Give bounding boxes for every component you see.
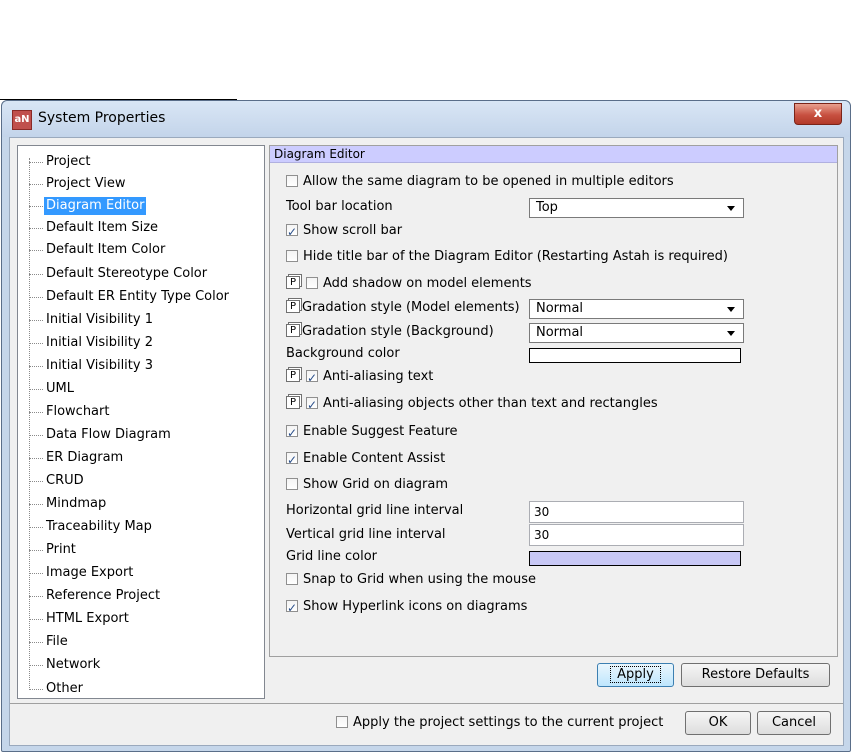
gradation-model-select[interactable]: Normal	[529, 299, 744, 319]
content-assist-checkbox[interactable]: Enable Content Assist	[286, 448, 445, 471]
v-grid-interval-label: Vertical grid line interval	[286, 527, 446, 542]
checkbox-box[interactable]	[286, 249, 298, 262]
checkbox-box[interactable]	[286, 449, 298, 471]
toolbar-location-select[interactable]: Top	[529, 198, 744, 218]
snap-to-grid-checkbox[interactable]: Snap to Grid when using the mouse	[286, 569, 536, 591]
close-button[interactable]: x	[794, 103, 842, 125]
h-grid-interval-input[interactable]: 30	[529, 501, 744, 523]
cancel-button[interactable]: Cancel	[757, 711, 831, 735]
gradation-background-label: P Gradation style (Background)	[286, 321, 494, 343]
diagram-editor-settings-panel: Diagram Editor Allow the same diagram to…	[269, 145, 838, 657]
close-icon: x	[813, 106, 823, 121]
project-setting-icon: P	[286, 324, 300, 337]
apply-button[interactable]: Apply	[597, 663, 674, 687]
app-icon: aN	[12, 110, 32, 130]
add-shadow-checkbox[interactable]: P Add shadow on model elements	[286, 273, 532, 295]
checkbox-box[interactable]	[286, 221, 298, 243]
anti-alias-objects-checkbox[interactable]: PAnti-aliasing objects other than text a…	[286, 393, 658, 416]
footer-separator	[10, 703, 843, 704]
tree-connector-line	[29, 158, 30, 690]
toolbar-location-label: Tool bar location	[286, 199, 393, 214]
show-scroll-bar-checkbox[interactable]: Show scroll bar	[286, 220, 402, 243]
title-bar: aN System Properties x	[2, 101, 850, 137]
window-title: System Properties	[38, 110, 166, 126]
chevron-down-icon	[727, 206, 735, 211]
checkbox-box[interactable]	[286, 422, 298, 444]
background-color-swatch[interactable]	[529, 348, 741, 363]
grid-line-color-swatch[interactable]	[529, 551, 741, 566]
panel-title: Diagram Editor	[270, 146, 837, 163]
anti-alias-text-checkbox[interactable]: PAnti-aliasing text	[286, 366, 433, 389]
dialog-client-area: Project Project View Diagram Editor Defa…	[9, 137, 844, 746]
suggest-feature-checkbox[interactable]: Enable Suggest Feature	[286, 421, 458, 444]
chevron-down-icon	[727, 331, 735, 336]
v-grid-interval-input[interactable]: 30	[529, 524, 744, 546]
gradation-background-select[interactable]: Normal	[529, 323, 744, 343]
grid-line-color-label: Grid line color	[286, 549, 378, 564]
checkbox-box[interactable]	[306, 394, 318, 416]
project-setting-icon: P	[286, 369, 300, 382]
project-setting-icon: P	[286, 300, 300, 313]
checkbox-box[interactable]	[286, 597, 298, 619]
checkbox-box[interactable]	[306, 367, 318, 389]
show-grid-checkbox[interactable]: Show Grid on diagram	[286, 474, 448, 496]
checkbox-box[interactable]	[286, 572, 298, 585]
show-hyperlink-icons-checkbox[interactable]: Show Hyperlink icons on diagrams	[286, 596, 527, 619]
apply-project-settings-checkbox[interactable]: Apply the project settings to the curren…	[336, 711, 663, 735]
checkbox-box[interactable]	[286, 477, 298, 490]
h-grid-interval-label: Horizontal grid line interval	[286, 503, 464, 518]
restore-defaults-button[interactable]: Restore Defaults	[681, 663, 830, 687]
checkbox-box[interactable]	[306, 276, 318, 289]
checkbox-box[interactable]	[286, 174, 298, 187]
background-color-label: Background color	[286, 346, 400, 361]
checkbox-box[interactable]	[336, 715, 348, 728]
project-setting-icon: P	[286, 396, 300, 409]
project-setting-icon: P	[286, 276, 300, 289]
settings-category-tree: Project Project View Diagram Editor Defa…	[17, 145, 265, 699]
ok-button[interactable]: OK	[685, 711, 751, 735]
hide-title-bar-checkbox[interactable]: Hide title bar of the Diagram Editor (Re…	[286, 246, 728, 268]
system-properties-dialog: aN System Properties x Project Project V…	[1, 100, 851, 752]
allow-same-diagram-checkbox[interactable]: Allow the same diagram to be opened in m…	[286, 171, 674, 193]
chevron-down-icon	[727, 307, 735, 312]
gradation-model-label: P Gradation style (Model elements)	[286, 297, 520, 319]
